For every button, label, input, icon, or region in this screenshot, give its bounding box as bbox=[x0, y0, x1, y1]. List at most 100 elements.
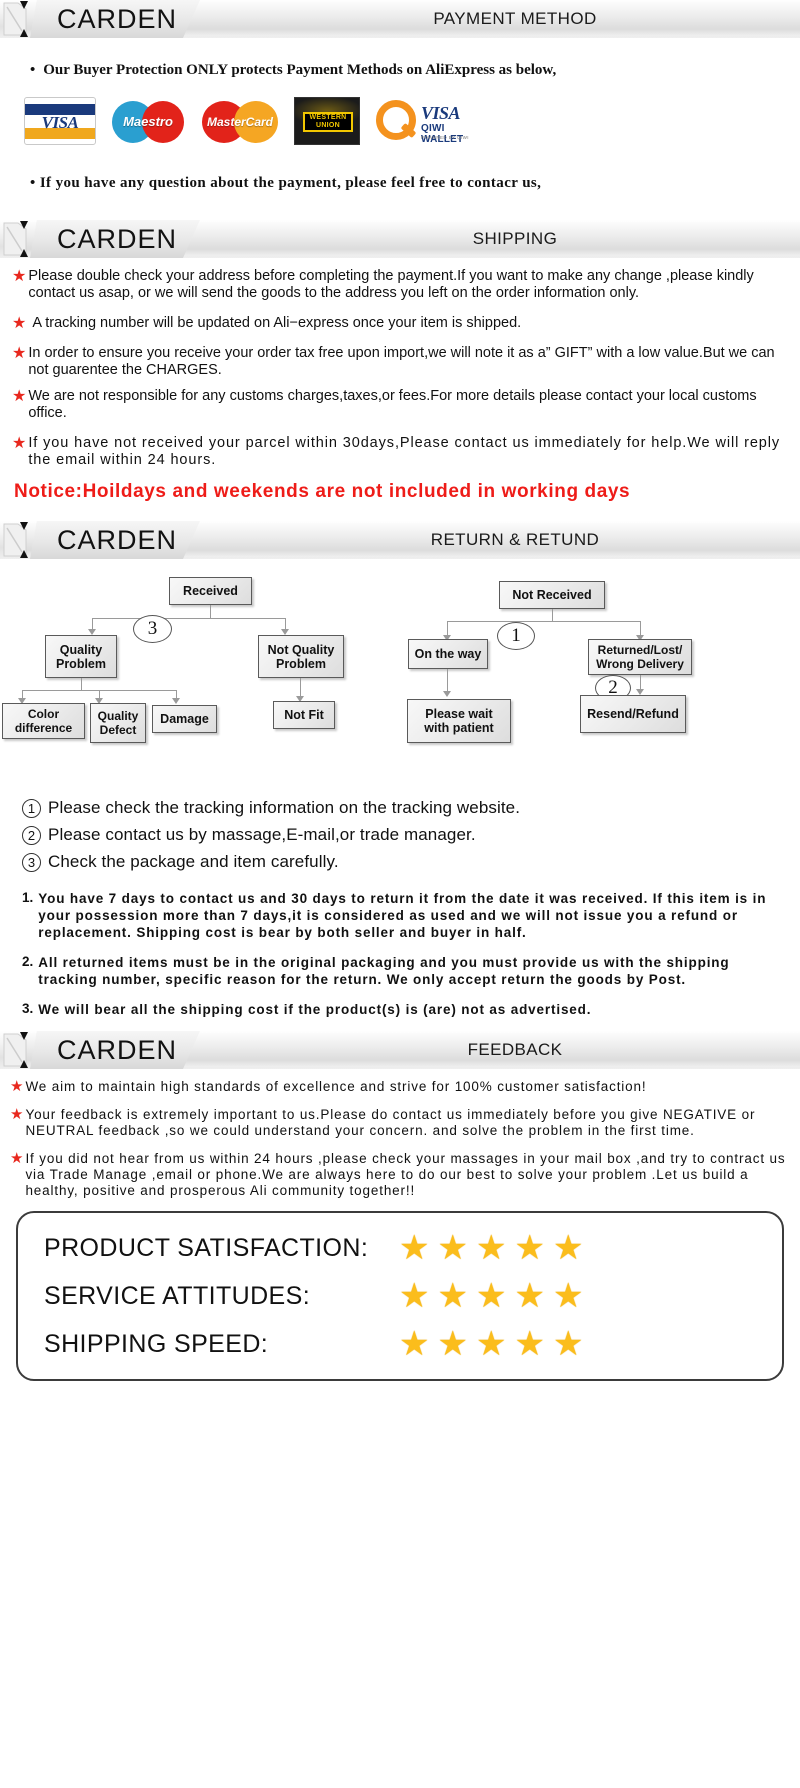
policy-text: You have 7 days to contact us and 30 day… bbox=[38, 891, 767, 940]
page-corner-icon bbox=[3, 522, 28, 558]
star-icon: ★ bbox=[10, 1078, 24, 1095]
list-item: 2. All returned items must be in the ori… bbox=[22, 954, 786, 988]
section-title-feedback: FEEDBACK bbox=[467, 1040, 563, 1059]
feedback-notes-list: ★ We aim to maintain high standards of e… bbox=[10, 1079, 790, 1199]
section-title-payment: PAYMENT METHOD bbox=[433, 9, 597, 28]
flow-node-please-wait: Please wait with patient bbox=[407, 699, 511, 743]
policy-number: 3. bbox=[22, 1001, 34, 1016]
page-corner-icon bbox=[3, 221, 28, 257]
star-icon: ★ bbox=[12, 268, 27, 285]
rating-label: SERVICE ATTITUDES: bbox=[44, 1281, 311, 1310]
flow-node-not-fit: Not Fit bbox=[273, 701, 335, 729]
section-banner-return: CARDEN RETURN & RETUND bbox=[0, 521, 800, 559]
note-text: Check the package and item carefully. bbox=[48, 852, 339, 871]
wu-line1: WESTERN bbox=[309, 114, 347, 121]
rating-stars-shipping: ★ ★ ★ ★ ★ bbox=[399, 1327, 583, 1361]
star-icon: ★ bbox=[514, 1229, 545, 1267]
shipping-note-text: If you have not received your parcel wit… bbox=[28, 435, 781, 468]
bullet-icon: • bbox=[30, 62, 36, 78]
visa-logo-text: VISA bbox=[41, 113, 79, 132]
star-icon: ★ bbox=[12, 315, 27, 332]
rating-label: SHIPPING SPEED: bbox=[44, 1329, 269, 1358]
shipping-note-text: A tracking number will be updated on Ali… bbox=[32, 315, 522, 331]
feedback-note-text: Your feedback is extremely important to … bbox=[25, 1107, 756, 1138]
feedback-note-text: We aim to maintain high standards of exc… bbox=[25, 1079, 647, 1094]
connector bbox=[300, 678, 302, 698]
star-icon: ★ bbox=[552, 1277, 584, 1315]
list-item: 3. We will bear all the shipping cost if… bbox=[22, 1001, 786, 1018]
star-icon: ★ bbox=[10, 1150, 24, 1167]
qiwi-wallet-text: QIWI WALLET bbox=[421, 123, 464, 145]
flow-node-received: Received bbox=[169, 577, 252, 605]
star-icon: ★ bbox=[475, 1277, 507, 1315]
mastercard-logo: MasterCard bbox=[200, 97, 280, 145]
page-corner-icon bbox=[3, 1032, 28, 1068]
note-badge-1: 1 bbox=[22, 798, 41, 818]
brand-name: CARDEN bbox=[56, 223, 177, 254]
qiwi-visa-text: VISA bbox=[421, 103, 461, 123]
star-icon: ★ bbox=[12, 435, 27, 452]
return-numbered-notes: 1 Please check the tracking information … bbox=[22, 798, 800, 872]
star-icon: ★ bbox=[552, 1325, 584, 1363]
connector bbox=[210, 605, 212, 619]
flow-node-not-quality-problem: Not Quality Problem bbox=[258, 635, 344, 678]
rating-label: PRODUCT SATISFACTION: bbox=[44, 1233, 369, 1262]
brand-tag: CARDEN bbox=[30, 0, 200, 38]
payment-intro-text: Our Buyer Protection ONLY protects Payme… bbox=[43, 62, 557, 78]
brand-name: CARDEN bbox=[56, 1034, 177, 1065]
payment-intro-line: • Our Buyer Protection ONLY protects Paym… bbox=[30, 62, 800, 79]
list-item: 1 Please check the tracking information … bbox=[22, 798, 800, 818]
note-text: Please check the tracking information on… bbox=[48, 798, 521, 817]
rating-stars-product: ★ ★ ★ ★ ★ bbox=[399, 1231, 583, 1265]
feedback-note-text: If you did not hear from us within 24 ho… bbox=[25, 1151, 786, 1198]
list-item: 1. You have 7 days to contact us and 30 … bbox=[22, 890, 786, 941]
shipping-notice: Notice:Hoildays and weekends are not inc… bbox=[14, 481, 631, 502]
list-item: 3 Check the package and item carefully. bbox=[22, 852, 800, 872]
policy-number: 2. bbox=[22, 954, 34, 969]
connector bbox=[92, 618, 286, 620]
shipping-note-text: Please double check your address before … bbox=[28, 268, 754, 301]
star-icon: ★ bbox=[399, 1229, 430, 1267]
list-item: ★ Your feedback is extremely important t… bbox=[10, 1107, 790, 1139]
star-icon: ★ bbox=[437, 1325, 468, 1363]
flow-node-resend-refund: Resend/Refund bbox=[580, 695, 686, 733]
flow-node-on-the-way: On the way bbox=[408, 639, 488, 669]
return-flowchart: Received 3 Quality Problem Not Quality P… bbox=[0, 569, 800, 784]
list-item: 2 Please contact us by massage,E-mail,or… bbox=[22, 825, 800, 845]
page-corner-icon bbox=[3, 1, 28, 37]
qiwi-powered-text: POWERED BY QIWI bbox=[421, 135, 469, 140]
visa-logo: VISA bbox=[24, 97, 96, 145]
brand-tag: CARDEN bbox=[30, 1031, 200, 1069]
flow-node-damage: Damage bbox=[152, 705, 217, 733]
wu-line2: UNION bbox=[315, 122, 341, 129]
brand-name: CARDEN bbox=[56, 3, 177, 34]
section-banner-payment: CARDEN PAYMENT METHOD bbox=[0, 0, 800, 38]
arrow-icon bbox=[443, 691, 451, 697]
arrow-icon bbox=[172, 698, 180, 704]
star-icon: ★ bbox=[437, 1229, 468, 1267]
shipping-notes-list: ★ Please double check your address befor… bbox=[12, 268, 788, 469]
payment-logo-strip: VISA Maestro MasterCard WESTERN UNION VI… bbox=[24, 97, 800, 145]
rating-summary-box: PRODUCT SATISFACTION: ★ ★ ★ ★ ★ SERVICE … bbox=[16, 1211, 784, 1381]
section-banner-shipping: CARDEN SHIPPING bbox=[0, 220, 800, 258]
policy-text: All returned items must be in the origin… bbox=[38, 955, 730, 987]
star-icon: ★ bbox=[514, 1277, 545, 1315]
list-item: ★ We are not responsible for any customs… bbox=[12, 388, 788, 422]
rating-stars-service: ★ ★ ★ ★ ★ bbox=[399, 1279, 583, 1313]
rating-row-service: SERVICE ATTITUDES: ★ ★ ★ ★ ★ bbox=[44, 1275, 764, 1317]
star-icon: ★ bbox=[437, 1277, 468, 1315]
product-description-page: CARDEN PAYMENT METHOD • Our Buyer Protect… bbox=[0, 0, 800, 1788]
flow-badge-3: 3 bbox=[133, 615, 172, 643]
flow-node-color-difference: Color difference bbox=[2, 703, 85, 739]
brand-name: CARDEN bbox=[56, 524, 177, 555]
note-badge-2: 2 bbox=[22, 825, 41, 845]
western-union-logo: WESTERN UNION bbox=[294, 97, 360, 145]
maestro-logo: Maestro bbox=[110, 97, 186, 145]
brand-tag: CARDEN bbox=[30, 521, 200, 559]
wu-plate: WESTERN UNION bbox=[303, 112, 353, 132]
flow-node-not-received: Not Received bbox=[499, 581, 605, 609]
star-icon: ★ bbox=[399, 1325, 430, 1363]
star-icon: ★ bbox=[514, 1325, 545, 1363]
brand-tag: CARDEN bbox=[30, 220, 200, 258]
flow-node-quality-defect: Quality Defect bbox=[90, 703, 146, 743]
